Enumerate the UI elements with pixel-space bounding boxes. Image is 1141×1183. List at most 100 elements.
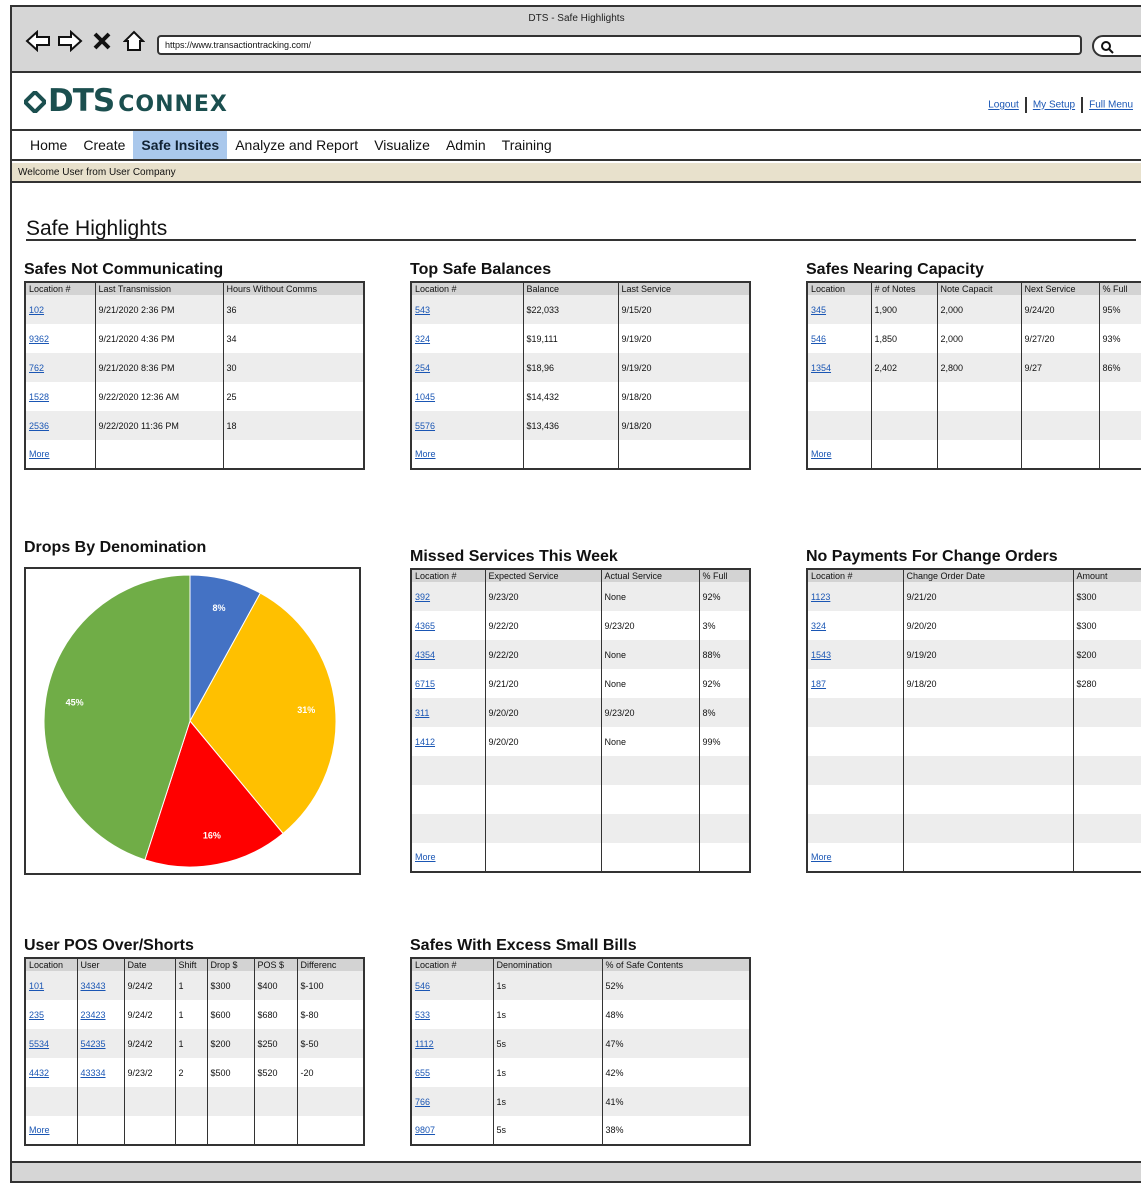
table-row bbox=[807, 785, 1141, 814]
table-cell: 23423 bbox=[77, 1000, 125, 1029]
status-bar bbox=[12, 1161, 1141, 1181]
location-link[interactable]: 655 bbox=[415, 1068, 430, 1078]
location-link[interactable]: 392 bbox=[415, 592, 430, 602]
forward-arrow-icon[interactable] bbox=[56, 27, 84, 55]
table-cell: 42% bbox=[602, 1058, 751, 1087]
location-link[interactable]: 235 bbox=[29, 1010, 44, 1020]
location-link[interactable]: 101 bbox=[29, 981, 44, 991]
table-row: 762 9/21/2020 8:36 PM 30 bbox=[25, 353, 365, 382]
close-icon[interactable] bbox=[88, 27, 116, 55]
table-cell bbox=[411, 785, 486, 814]
location-link[interactable]: 102 bbox=[29, 305, 44, 315]
table-cell: 1,900 bbox=[871, 295, 938, 324]
location-link[interactable]: 1528 bbox=[29, 392, 49, 402]
location-link[interactable]: 4354 bbox=[415, 650, 435, 660]
location-link[interactable]: 1045 bbox=[415, 392, 435, 402]
table-cell: 9/27 bbox=[1021, 353, 1100, 382]
table-row: 6715 9/21/20 None 92% bbox=[411, 669, 751, 698]
location-link[interactable]: 543 bbox=[415, 305, 430, 315]
full-menu-link[interactable]: Full Menu bbox=[1089, 100, 1133, 111]
location-link[interactable]: 324 bbox=[811, 621, 826, 631]
more-link[interactable]: More bbox=[811, 449, 832, 459]
title-divider bbox=[26, 239, 1136, 241]
column-header: Note Capacit bbox=[937, 282, 1022, 295]
table-cell bbox=[25, 1087, 78, 1116]
location-link[interactable]: 9807 bbox=[415, 1125, 435, 1135]
table-cell: 34343 bbox=[77, 971, 125, 1000]
menu-training[interactable]: Training bbox=[494, 131, 560, 159]
more-link[interactable]: More bbox=[29, 1125, 50, 1135]
location-link[interactable]: 546 bbox=[811, 334, 826, 344]
location-link[interactable]: 6715 bbox=[415, 679, 435, 689]
table-cell: 254 bbox=[411, 353, 524, 382]
table-cell: 9/24/2 bbox=[124, 971, 176, 1000]
location-link[interactable]: 187 bbox=[811, 679, 826, 689]
table-cell bbox=[1073, 814, 1141, 843]
table-cell: 9/21/20 bbox=[903, 582, 1074, 611]
menu-home[interactable]: Home bbox=[22, 131, 75, 159]
table-row: 9362 9/21/2020 4:36 PM 34 bbox=[25, 324, 365, 353]
table-row: 543 $22,033 9/15/20 bbox=[411, 295, 751, 324]
location-link[interactable]: 5576 bbox=[415, 421, 435, 431]
menu-visualize[interactable]: Visualize bbox=[366, 131, 438, 159]
table-cell: $400 bbox=[254, 971, 298, 1000]
location-link[interactable]: 9362 bbox=[29, 334, 49, 344]
more-link[interactable]: More bbox=[29, 449, 50, 459]
browser-search[interactable] bbox=[1092, 35, 1141, 57]
table-row: 4354 9/22/20 None 88% bbox=[411, 640, 751, 669]
table-row: 9807 5s 38% bbox=[411, 1116, 751, 1145]
table-cell: 1,850 bbox=[871, 324, 938, 353]
table-cell: 5s bbox=[493, 1029, 603, 1058]
logout-link[interactable]: Logout bbox=[988, 100, 1019, 111]
more-link[interactable]: More bbox=[415, 852, 436, 862]
table-cell: 1123 bbox=[807, 582, 904, 611]
table-row: 546 1s 52% bbox=[411, 971, 751, 1000]
table-row: 254 $18,96 9/19/20 bbox=[411, 353, 751, 382]
header-links: Logout My Setup Full Menu bbox=[988, 97, 1133, 113]
table-cell: 345 bbox=[807, 295, 872, 324]
more-link[interactable]: More bbox=[811, 852, 832, 862]
location-link[interactable]: 4365 bbox=[415, 621, 435, 631]
location-link[interactable]: 2536 bbox=[29, 421, 49, 431]
my-setup-link[interactable]: My Setup bbox=[1033, 100, 1075, 111]
not-communicating-table: Location # Last Transmission Hours Without… bbox=[24, 281, 365, 470]
column-header: Location bbox=[807, 282, 872, 295]
location-link[interactable]: 23423 bbox=[81, 1010, 106, 1020]
location-link[interactable]: 762 bbox=[29, 363, 44, 373]
location-link[interactable]: 1543 bbox=[811, 650, 831, 660]
location-link[interactable]: 4432 bbox=[29, 1068, 49, 1078]
location-link[interactable]: 533 bbox=[415, 1010, 430, 1020]
table-row bbox=[807, 727, 1141, 756]
location-link[interactable]: 1412 bbox=[415, 737, 435, 747]
location-link[interactable]: 254 bbox=[415, 363, 430, 373]
menu-admin[interactable]: Admin bbox=[438, 131, 494, 159]
table-row bbox=[411, 814, 751, 843]
location-link[interactable]: 1123 bbox=[811, 592, 830, 602]
location-link[interactable]: 546 bbox=[415, 981, 430, 991]
location-link[interactable]: 311 bbox=[415, 708, 429, 718]
location-link[interactable]: 766 bbox=[415, 1097, 430, 1107]
location-link[interactable]: 34343 bbox=[81, 981, 106, 991]
table-cell: $250 bbox=[254, 1029, 298, 1058]
table-cell: 93% bbox=[1099, 324, 1141, 353]
location-link[interactable]: 324 bbox=[415, 334, 430, 344]
location-link[interactable]: 43334 bbox=[81, 1068, 106, 1078]
search-icon bbox=[1101, 41, 1114, 54]
more-link[interactable]: More bbox=[415, 449, 436, 459]
table-row: 1543 9/19/20 $200 bbox=[807, 640, 1141, 669]
table-cell: 1543 bbox=[807, 640, 904, 669]
location-link[interactable]: 1112 bbox=[415, 1039, 434, 1049]
location-link[interactable]: 345 bbox=[811, 305, 826, 315]
window-title: DTS - Safe Highlights bbox=[528, 13, 625, 24]
back-arrow-icon[interactable] bbox=[24, 27, 52, 55]
menu-analyze-report[interactable]: Analyze and Report bbox=[227, 131, 366, 159]
menu-create[interactable]: Create bbox=[75, 131, 133, 159]
location-link[interactable]: 1354 bbox=[811, 363, 831, 373]
menu-safe-insites[interactable]: Safe Insites bbox=[133, 131, 228, 159]
location-link[interactable]: 54235 bbox=[81, 1039, 106, 1049]
location-link[interactable]: 5534 bbox=[29, 1039, 49, 1049]
home-icon[interactable] bbox=[120, 27, 148, 55]
table-cell: $680 bbox=[254, 1000, 298, 1029]
address-bar[interactable]: https://www.transactiontracking.com/ bbox=[157, 35, 1082, 55]
table-cell: None bbox=[601, 582, 700, 611]
